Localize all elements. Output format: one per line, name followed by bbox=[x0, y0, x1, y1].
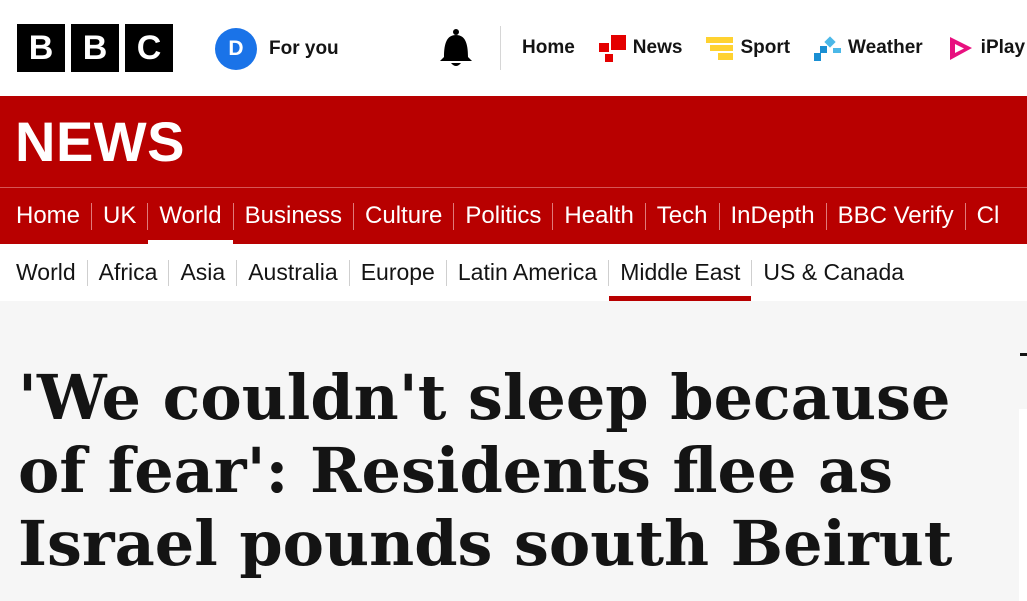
bbc-logo-letter: C bbox=[125, 24, 173, 72]
section-nav-uk[interactable]: UK bbox=[92, 188, 147, 244]
account-button[interactable]: D For you bbox=[215, 28, 339, 70]
section-nav-climate[interactable]: Cl bbox=[966, 188, 1011, 244]
section-nav-health[interactable]: Health bbox=[553, 188, 644, 244]
article-headline: 'We couldn't sleep because of fear': Res… bbox=[18, 361, 953, 580]
primary-section-nav: Home UK World Business Culture Politics … bbox=[0, 187, 1027, 244]
subnav-africa[interactable]: Africa bbox=[88, 244, 169, 301]
masthead-nav-news[interactable]: News bbox=[598, 34, 683, 62]
subnav-world[interactable]: World bbox=[0, 244, 87, 301]
subnav-asia[interactable]: Asia bbox=[169, 244, 236, 301]
side-panel-edge bbox=[1020, 353, 1027, 356]
subnav-australia[interactable]: Australia bbox=[237, 244, 348, 301]
article-content: 'We couldn't sleep because of fear': Res… bbox=[0, 301, 1027, 601]
bell-icon[interactable] bbox=[436, 27, 476, 69]
masthead-nav: Home News Sport Weather iPlay bbox=[522, 0, 1027, 96]
masthead-nav-weather[interactable]: Weather bbox=[814, 35, 923, 62]
avatar: D bbox=[215, 28, 257, 70]
masthead-nav-label: News bbox=[632, 37, 683, 58]
masthead-nav-label: Weather bbox=[848, 37, 923, 58]
masthead-nav-iplayer[interactable]: iPlay bbox=[947, 35, 1025, 62]
section-nav-culture[interactable]: Culture bbox=[354, 188, 453, 244]
masthead-nav-sport[interactable]: Sport bbox=[706, 35, 790, 62]
masthead-nav-label: Home bbox=[522, 37, 575, 58]
account-label: For you bbox=[269, 38, 339, 59]
masthead-nav-label: iPlay bbox=[980, 37, 1026, 58]
masthead: B B C D For you Home News Sport Weather … bbox=[0, 0, 1027, 96]
section-nav-tech[interactable]: Tech bbox=[646, 188, 719, 244]
bbc-logo[interactable]: B B C bbox=[17, 24, 173, 72]
sport-icon bbox=[706, 35, 734, 62]
iplayer-icon bbox=[947, 35, 974, 62]
masthead-divider bbox=[500, 26, 501, 70]
side-panel bbox=[1019, 409, 1027, 601]
subnav-us-canada[interactable]: US & Canada bbox=[752, 244, 915, 301]
section-nav-bbc-verify[interactable]: BBC Verify bbox=[827, 188, 965, 244]
weather-icon bbox=[814, 35, 842, 62]
masthead-nav-label: Sport bbox=[740, 37, 791, 58]
subnav-latin-america[interactable]: Latin America bbox=[447, 244, 608, 301]
section-nav-business[interactable]: Business bbox=[234, 188, 353, 244]
section-nav-politics[interactable]: Politics bbox=[454, 188, 552, 244]
section-nav-indepth[interactable]: InDepth bbox=[720, 188, 826, 244]
subnav-middle-east[interactable]: Middle East bbox=[609, 244, 752, 301]
section-nav-home[interactable]: Home bbox=[0, 188, 91, 244]
subnav-europe[interactable]: Europe bbox=[350, 244, 446, 301]
secondary-section-nav: World Africa Asia Australia Europe Latin… bbox=[0, 244, 1027, 301]
news-icon bbox=[598, 34, 626, 62]
news-logo[interactable]: NEWS bbox=[15, 114, 185, 170]
bbc-logo-letter: B bbox=[71, 24, 119, 72]
section-nav-world[interactable]: World bbox=[148, 188, 233, 244]
masthead-nav-home[interactable]: Home bbox=[522, 37, 575, 59]
news-banner: NEWS bbox=[0, 96, 1027, 187]
bbc-logo-letter: B bbox=[17, 24, 65, 72]
